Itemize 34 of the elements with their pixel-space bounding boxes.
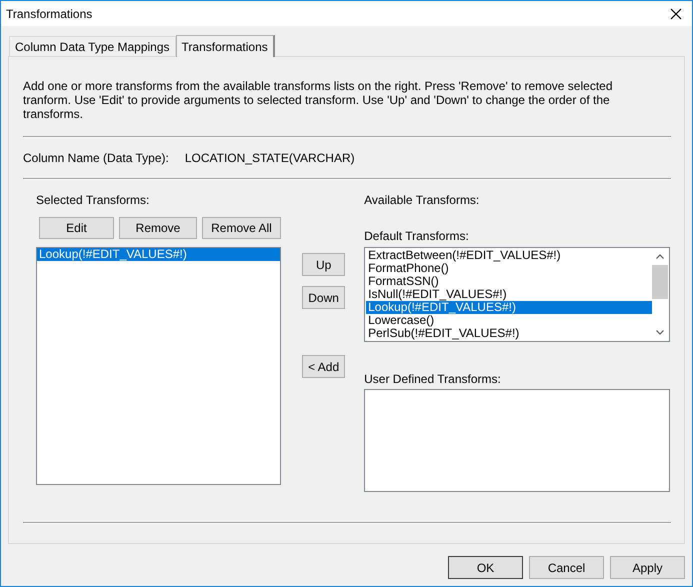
default-transforms-list[interactable]: ExtractBetween(!#EDIT_VALUES#!) FormatPhone() FormatSSN() IsNull(!#EDIT_VALUES#!) Lookup(!#EDIT_VALUES#!) Lowercase() PerlSub(!#EDIT_VALUES#!) xyxy=(364,247,670,342)
transform-button[interactable]: Edit xyxy=(39,217,114,239)
column-name-value: LOCATION_STATE(VARCHAR) xyxy=(184,151,355,165)
transform-button[interactable]: Remove xyxy=(119,217,197,239)
list-item[interactable]: PerlSub(!#EDIT_VALUES#!) xyxy=(366,327,652,340)
close-icon[interactable] xyxy=(670,8,682,20)
list-item[interactable]: Lookup(!#EDIT_VALUES#!) xyxy=(37,248,280,261)
scroll-down-icon[interactable] xyxy=(656,330,664,335)
order-button[interactable]: Down xyxy=(302,286,346,309)
order-button[interactable]: Up xyxy=(302,253,346,276)
column-name-label: Column Name (Data Type): xyxy=(23,151,169,165)
window-title: Transformations xyxy=(6,6,92,20)
list-item[interactable]: Lowercase() xyxy=(366,314,652,327)
list-item[interactable]: FormatSSN() xyxy=(366,275,652,288)
user-transforms-list[interactable] xyxy=(364,389,670,492)
default-transforms-label: Default Transforms: xyxy=(364,229,470,244)
user-transforms-label: User Defined Transforms: xyxy=(364,372,502,387)
selected-transforms-list[interactable]: Lookup(!#EDIT_VALUES#!) xyxy=(36,247,282,485)
selected-transforms-label: Selected Transforms: xyxy=(36,193,150,208)
scroll-up-icon[interactable] xyxy=(656,254,664,259)
list-item[interactable]: FormatPhone() xyxy=(366,262,652,275)
tab[interactable]: Transformations xyxy=(176,35,275,57)
dialog-button[interactable]: OK xyxy=(448,556,523,579)
dialog-button[interactable]: Apply xyxy=(610,556,685,579)
available-transforms-label: Available Transforms: xyxy=(364,193,480,208)
instructions-text: Add one or more transforms from the available transforms lists on the right. Press 'Remove' to remove selected tranform. Use 'Edit' to provide arguments to selected transform. Use 'Up' and 'Down' to change the order of the transforms. xyxy=(23,79,614,121)
list-item[interactable]: Lookup(!#EDIT_VALUES#!) xyxy=(366,301,652,314)
transform-button[interactable]: Remove All xyxy=(202,217,281,239)
list-item[interactable]: ExtractBetween(!#EDIT_VALUES#!) xyxy=(366,249,652,262)
add-button[interactable]: < Add xyxy=(302,355,346,378)
scroll-thumb[interactable] xyxy=(652,265,668,299)
list-item[interactable]: IsNull(!#EDIT_VALUES#!) xyxy=(366,288,652,301)
tab[interactable]: Column Data Type Mappings xyxy=(9,36,176,56)
dialog-button[interactable]: Cancel xyxy=(529,556,604,579)
